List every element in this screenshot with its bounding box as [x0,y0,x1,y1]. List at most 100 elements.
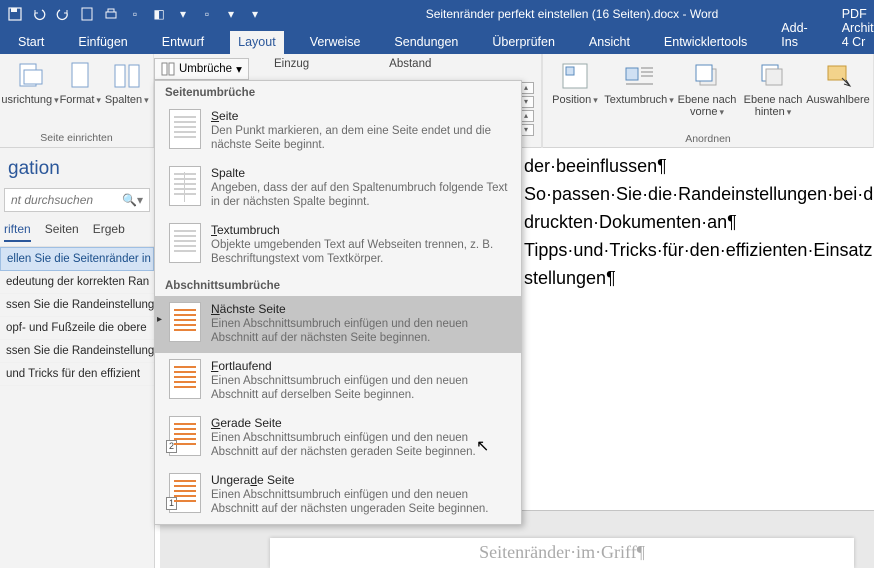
position-icon [559,60,591,92]
group-label: Seite einrichten [4,130,149,147]
tab-addins[interactable]: Add-Ins [773,17,815,54]
tab-layout[interactable]: Layout [230,31,284,54]
new-icon[interactable] [78,5,96,23]
tab-view[interactable]: Ansicht [581,31,638,54]
nav-tabs: riften Seiten Ergeb [0,222,154,246]
ribbon-tabs: Start Einfügen Entwurf Layout Verweise S… [0,28,874,54]
tab-start[interactable]: Start [10,31,52,54]
nav-item[interactable]: ssen Sie die Randeinstellung [0,340,154,363]
redo-icon[interactable] [54,5,72,23]
search-icon[interactable]: 🔍▾ [116,193,149,207]
print-icon[interactable] [102,5,120,23]
send-backward-icon [757,60,789,92]
spacing-label: Abstand [389,58,431,70]
nav-item[interactable]: ellen Sie die Seitenränder in [0,247,154,271]
document-body[interactable]: der·beeinflussen¶ So·passen·Sie·die·Rand… [522,148,874,508]
nav-item[interactable]: opf- und Fußzeile die obere [0,317,154,340]
menu-item-title: Spalte [211,166,511,181]
group-page-setup: usrichtung Format Spalten Seite einricht… [0,54,154,147]
columns-button[interactable]: Spalten [105,56,150,130]
qat-customize-icon[interactable]: ▾ [246,5,264,23]
breaks-icon [161,62,175,76]
menu-item-even-page[interactable]: 2 Gerade Seite Einen Abschnittsumbruch e… [155,410,521,467]
menu-item-title: Seite [211,109,511,124]
tab-design[interactable]: Entwurf [154,31,212,54]
menu-item-title: Ungerade Seite [211,473,511,488]
tab-references[interactable]: Verweise [302,31,369,54]
orientation-icon [14,60,46,92]
group-label: Anordnen [547,131,869,148]
menu-item-title: Fortlaufend [211,359,511,374]
tab-insert[interactable]: Einfügen [70,31,135,54]
send-backward-button[interactable]: Ebene nach hinten [741,56,805,131]
section-continuous-icon [169,359,201,399]
wrap-button[interactable]: Textumbruch [605,56,673,131]
selection-icon [822,60,854,92]
menu-item-desc: Einen Abschnittsumbruch einfügen und den… [211,431,511,459]
nav-item[interactable]: ssen Sie die Randeinstellung [0,294,154,317]
page-size-icon [64,60,96,92]
bring-forward-button[interactable]: Ebene nach vorne [675,56,739,131]
menu-item-desc: Angeben, dass der auf den Spaltenumbruch… [211,181,511,209]
undo-icon[interactable] [30,5,48,23]
quick-access-toolbar: ▫ ◧ ▾ ▫ ▾ ▾ [0,5,270,23]
tab-developer[interactable]: Entwicklertools [656,31,755,54]
menu-item-desc: Einen Abschnittsumbruch einfügen und den… [211,374,511,402]
nav-tab-results[interactable]: Ergeb [93,222,125,242]
selection-pane-button[interactable]: Auswahlbere [807,56,869,131]
menu-item-title: Gerade Seite [211,416,511,431]
menu-item-desc: Einen Abschnittsumbruch einfügen und den… [211,488,511,516]
tab-review[interactable]: Überprüfen [484,31,563,54]
menu-item-desc: Den Punkt markieren, an dem eine Seite e… [211,124,511,152]
qat-item-icon[interactable]: ▾ [174,5,192,23]
orientation-button[interactable]: usrichtung [4,56,56,130]
menu-item-continuous[interactable]: Fortlaufend Einen Abschnittsumbruch einf… [155,353,521,410]
column-break-icon [169,166,201,206]
tab-pdfarch[interactable]: PDF Architect 4 Cr [834,3,874,54]
save-icon[interactable] [6,5,24,23]
menu-item-title: Textumbruch [211,223,511,238]
qat-item-icon[interactable]: ▫ [126,5,144,23]
tab-mailings[interactable]: Sendungen [386,31,466,54]
doc-line: stellungen¶ [524,264,872,292]
menu-section-header: Abschnittsumbrüche [155,274,521,296]
indent-label: Einzug [274,58,309,70]
menu-item-column[interactable]: Spalte Angeben, dass der auf den Spalten… [155,160,521,217]
next-page-header: Seitenränder·im·Griff¶ [270,538,854,568]
nav-search[interactable]: 🔍▾ [4,188,150,212]
section-even-page-icon: 2 [169,416,201,456]
menu-item-desc: Objekte umgebenden Text auf Webseiten tr… [211,238,511,266]
columns-icon [111,60,143,92]
nav-list: ellen Sie die Seitenränder in edeutung d… [0,246,154,386]
doc-line: der·beeinflussen¶ [524,152,872,180]
paragraph-labels: Einzug Abstand [274,58,431,70]
menu-section-header: Seitenumbrüche [155,81,521,103]
qat-item-icon[interactable]: ◧ [150,5,168,23]
nav-item[interactable]: und Tricks für den effizient [0,363,154,386]
search-input[interactable] [5,193,116,207]
doc-line: druckten·Dokumenten·an¶ [524,208,872,236]
nav-tab-pages[interactable]: Seiten [45,222,79,242]
breaks-button[interactable]: Umbrüche ▾ [154,58,249,80]
chevron-down-icon: ▾ [236,62,242,76]
menu-item-page[interactable]: Seite Den Punkt markieren, an dem eine S… [155,103,521,160]
section-odd-page-icon: 1 [169,473,201,513]
nav-item[interactable]: edeutung der korrekten Ran [0,271,154,294]
nav-tab-headings[interactable]: riften [4,222,31,242]
menu-item-textwrap[interactable]: Textumbruch Objekte umgebenden Text auf … [155,217,521,274]
qat-item-icon[interactable]: ▫ [198,5,216,23]
menu-item-odd-page[interactable]: 1 Ungerade Seite Einen Abschnittsumbruch… [155,467,521,524]
bring-forward-icon [691,60,723,92]
text-wrap-icon [623,60,655,92]
breaks-menu: Seitenumbrüche Seite Den Punkt markieren… [154,80,522,525]
position-button[interactable]: Position [547,56,603,131]
qat-item-icon[interactable]: ▾ [222,5,240,23]
section-next-page-icon [169,302,201,342]
menu-item-next-page[interactable]: Nächste Seite Einen Abschnittsumbruch ei… [155,296,521,353]
titlebar: ▫ ◧ ▾ ▫ ▾ ▾ Seitenränder perfekt einstel… [0,0,874,28]
menu-item-desc: Einen Abschnittsumbruch einfügen und den… [211,317,511,345]
nav-title: gation [0,148,154,188]
navigation-pane: gation 🔍▾ riften Seiten Ergeb ellen Sie … [0,148,155,568]
page-break-icon [169,109,201,149]
size-button[interactable]: Format [58,56,103,130]
